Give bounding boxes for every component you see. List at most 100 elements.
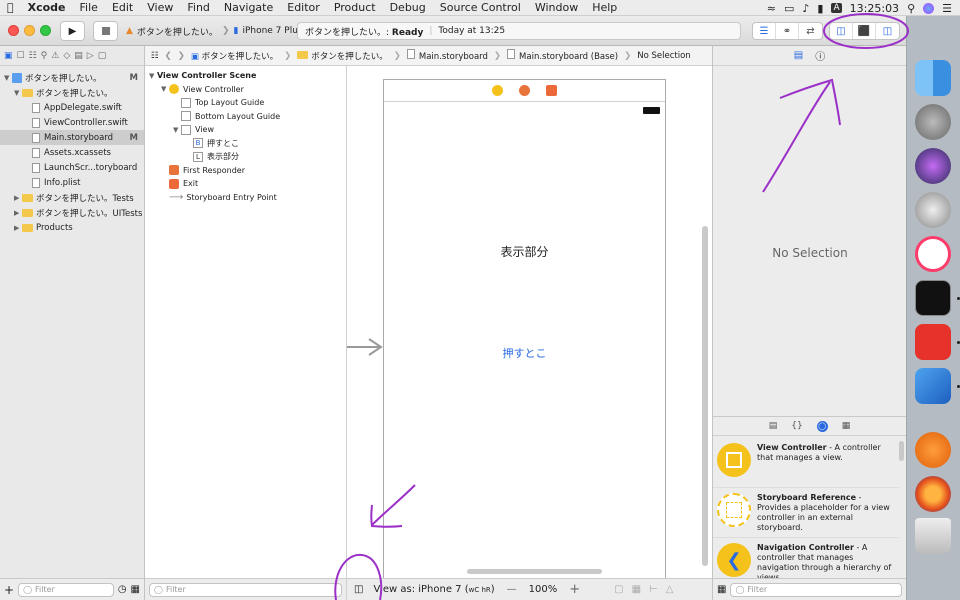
zoom-in-button[interactable]: +	[569, 582, 580, 597]
menu-view[interactable]: View	[140, 1, 180, 14]
siri-icon[interactable]	[923, 2, 935, 14]
outline-filter-input[interactable]: ◯ Filter	[149, 582, 342, 597]
breadcrumb-storyboard[interactable]: Main.storyboard	[406, 49, 488, 62]
update-frames-icon[interactable]: ▢	[614, 584, 623, 595]
navigator-item[interactable]: ▶ ボタンを押したい。Tests	[0, 190, 144, 205]
menu-file[interactable]: File	[73, 1, 105, 14]
system-preferences-icon[interactable]	[915, 104, 951, 140]
menu-editor[interactable]: Editor	[280, 1, 327, 14]
display-label[interactable]: 表示部分	[384, 243, 665, 260]
folder-icon[interactable]: ▣	[4, 51, 13, 61]
debug-icon[interactable]: ▤	[74, 51, 83, 61]
add-icon[interactable]: +	[4, 583, 14, 597]
menu-product[interactable]: Product	[327, 1, 383, 14]
trash-icon[interactable]	[915, 518, 951, 554]
align-icon[interactable]: ▦	[632, 584, 641, 595]
navigator-item[interactable]: AppDelegate.swift	[0, 100, 144, 115]
version-editor-icon[interactable]: ⇄	[799, 23, 822, 39]
toggle-utilities-icon[interactable]: ◫	[876, 23, 899, 39]
outline-item[interactable]: ▼ View	[145, 123, 346, 137]
quick-help-icon[interactable]: ⓘ	[815, 48, 825, 63]
battery-icon[interactable]: ▮	[817, 2, 823, 15]
navigator-item[interactable]: ▶ ボタンを押したい。UITests	[0, 205, 144, 220]
zoom-out-button[interactable]: —	[507, 584, 517, 595]
navigator-item[interactable]: ▶ Products	[0, 220, 144, 235]
menu-edit[interactable]: Edit	[105, 1, 140, 14]
outline-item[interactable]: ▼ View Controller	[145, 83, 346, 97]
navigator-item[interactable]: ViewController.swift	[0, 115, 144, 130]
push-button[interactable]: 押すとこ	[384, 345, 665, 361]
apple-icon[interactable]: 	[0, 1, 21, 14]
outline-item[interactable]: Top Layout Guide	[145, 96, 346, 110]
outline-item[interactable]: Bottom Layout Guide	[145, 110, 346, 124]
breadcrumb-project[interactable]: ▣ ボタンを押したい。	[191, 50, 278, 62]
navigator-item[interactable]: ▼ ボタンを押したい。 M	[0, 70, 144, 85]
zoom-window-button[interactable]	[40, 25, 51, 36]
outline-item[interactable]: B 押すとこ	[145, 137, 346, 151]
warning-icon[interactable]: ⚠	[51, 51, 59, 61]
file-inspector-icon[interactable]: ▤	[794, 50, 803, 61]
breadcrumb-folder[interactable]: ボタンを押したい。	[297, 50, 388, 62]
entry-point-arrow[interactable]	[347, 338, 383, 356]
grid-view-icon[interactable]: ▦	[717, 584, 726, 595]
view-controller-scene[interactable]: 表示部分 押すとこ	[383, 79, 666, 579]
notification-center-icon[interactable]: ☰	[942, 2, 952, 15]
navigator-filter-input[interactable]: ◯ Filter	[18, 582, 114, 597]
outline-item[interactable]: ▼ View Controller Scene	[145, 69, 346, 83]
navigator-item[interactable]: LaunchScr...toryboard	[0, 160, 144, 175]
disclosure-open-icon[interactable]: ▼	[14, 89, 22, 97]
source-control-icon[interactable]: ☐	[17, 51, 25, 61]
menu-navigate[interactable]: Navigate	[217, 1, 280, 14]
forward-icon[interactable]: ❯	[178, 51, 185, 61]
back-icon[interactable]: ❮	[165, 51, 172, 61]
exit-icon[interactable]	[546, 85, 557, 96]
report-icon[interactable]: ▢	[98, 51, 107, 61]
navigator-item[interactable]: ▼ ボタンを押したい。	[0, 85, 144, 100]
firefox-icon[interactable]	[915, 476, 951, 512]
zoom-level[interactable]: 100%	[529, 584, 558, 595]
toggle-navigator-icon[interactable]: ◫	[830, 23, 853, 39]
view-controller-icon[interactable]	[492, 85, 503, 96]
code-snippet-icon[interactable]: {}	[791, 421, 802, 431]
library-scrollbar[interactable]	[899, 441, 904, 461]
scm-filter-icon[interactable]: ▦	[131, 584, 140, 595]
view-as-selector[interactable]: View as: iPhone 7 (wC hR)	[373, 584, 494, 595]
menu-debug[interactable]: Debug	[383, 1, 433, 14]
minimize-window-button[interactable]	[24, 25, 35, 36]
breakpoint-icon[interactable]: ▷	[87, 51, 94, 61]
resolve-icon[interactable]: △	[666, 584, 674, 595]
disclosure-closed-icon[interactable]: ▶	[14, 224, 22, 232]
launchpad-icon[interactable]	[915, 192, 951, 228]
vivaldi-icon[interactable]	[915, 324, 951, 360]
test-icon[interactable]: ◇	[63, 51, 70, 61]
file-template-icon[interactable]: ▤	[769, 421, 778, 431]
menu-window[interactable]: Window	[528, 1, 585, 14]
menu-clock[interactable]: 13:25:03	[850, 2, 899, 15]
terminal-icon[interactable]	[915, 280, 951, 316]
blender-icon[interactable]	[915, 432, 951, 468]
navigator-item[interactable]: Info.plist	[0, 175, 144, 190]
wifi-icon[interactable]: ≈	[767, 2, 776, 15]
first-responder-icon[interactable]	[519, 85, 530, 96]
scheme-selector[interactable]: ▲ ボタンを押したい。 ❯ ▮ iPhone 7 Plus	[126, 22, 303, 40]
close-window-button[interactable]	[8, 25, 19, 36]
input-source-icon[interactable]: A	[831, 3, 842, 13]
menu-source-control[interactable]: Source Control	[433, 1, 528, 14]
itunes-icon[interactable]	[915, 236, 951, 272]
menu-find[interactable]: Find	[180, 1, 217, 14]
recent-files-icon[interactable]: ◷	[118, 584, 127, 595]
toggle-debug-area-icon[interactable]: ⬛	[853, 23, 876, 39]
outline-item[interactable]: ⟶ Storyboard Entry Point	[145, 191, 346, 205]
breadcrumb-selection[interactable]: No Selection	[637, 51, 690, 61]
standard-editor-icon[interactable]: ☰	[753, 23, 776, 39]
library-filter-input[interactable]: ◯ Filter	[730, 582, 902, 597]
disclosure-closed-icon[interactable]: ▶	[14, 194, 22, 202]
xcode-dock-icon[interactable]	[915, 368, 951, 404]
spotlight-icon[interactable]: ⚲	[907, 2, 915, 15]
navigator-item[interactable]: Main.storyboard M	[0, 130, 144, 145]
show-outline-icon[interactable]: ◫	[354, 584, 363, 595]
menu-help[interactable]: Help	[585, 1, 624, 14]
menu-app-name[interactable]: Xcode	[21, 1, 73, 14]
hierarchy-icon[interactable]: ☷	[29, 51, 37, 61]
outline-item[interactable]: First Responder	[145, 164, 346, 178]
